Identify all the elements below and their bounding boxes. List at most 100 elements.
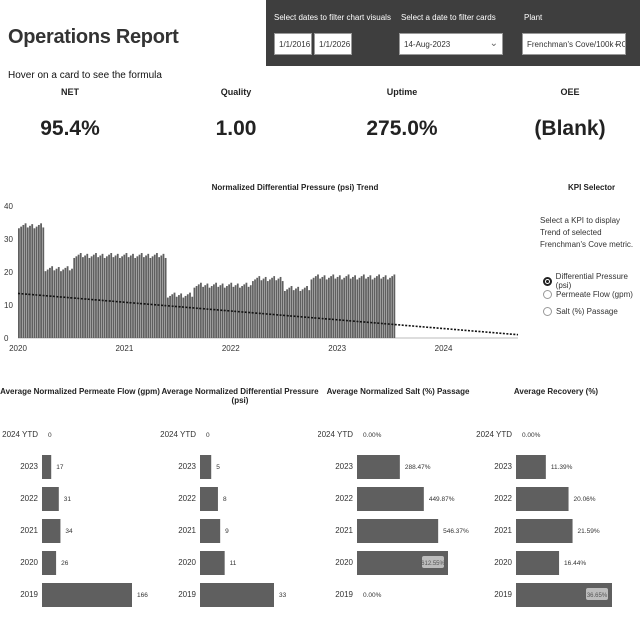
trend-bar[interactable]: [297, 286, 300, 338]
trend-bar[interactable]: [360, 276, 363, 338]
trend-bar[interactable]: [134, 257, 137, 338]
trend-bar[interactable]: [24, 223, 27, 338]
bar[interactable]: [516, 551, 560, 575]
trend-bar[interactable]: [269, 279, 271, 338]
trend-bar[interactable]: [162, 253, 165, 338]
trend-bar[interactable]: [243, 284, 246, 338]
trend-bar[interactable]: [389, 277, 391, 338]
trend-bar[interactable]: [303, 287, 306, 338]
trend-bar[interactable]: [49, 267, 51, 338]
trend-bar[interactable]: [53, 270, 56, 338]
trend-bar[interactable]: [86, 253, 89, 338]
trend-chart[interactable]: 0 10 20 30 40 2020 2021 2022 2023 2024: [0, 196, 530, 360]
trend-bar[interactable]: [71, 268, 73, 338]
trend-bar[interactable]: [215, 282, 217, 338]
trend-bar[interactable]: [26, 227, 29, 338]
trend-bar[interactable]: [371, 279, 374, 338]
trend-bar[interactable]: [75, 256, 78, 338]
trend-bar[interactable]: [332, 274, 335, 338]
trend-bar[interactable]: [156, 253, 158, 338]
differential-pressure-chart[interactable]: 2024 YTD 0 2023 5 2022 8 2021 9 2020 11 2019 33: [160, 420, 320, 620]
trend-bar[interactable]: [260, 280, 263, 338]
trend-bar[interactable]: [310, 279, 313, 338]
trend-bar[interactable]: [166, 297, 169, 338]
trend-bar[interactable]: [286, 289, 288, 338]
trend-bar[interactable]: [325, 279, 328, 338]
trend-bar[interactable]: [208, 287, 211, 338]
trend-bar[interactable]: [301, 289, 304, 338]
trend-bar[interactable]: [236, 283, 239, 338]
trend-bar[interactable]: [147, 253, 150, 338]
trend-bar[interactable]: [186, 294, 189, 338]
trend-bar[interactable]: [97, 257, 100, 338]
radio-selected-icon[interactable]: [543, 276, 552, 286]
date-end-input[interactable]: 1/1/2026: [314, 33, 352, 55]
card-uptime-value[interactable]: 275.0%: [342, 117, 462, 141]
kpi-option-salt-passage[interactable]: Salt (%) Passage: [543, 307, 618, 316]
trend-bar[interactable]: [151, 256, 154, 338]
card-oee-value[interactable]: (Blank): [510, 117, 630, 141]
kpi-option-permeate-flow[interactable]: Permeate Flow (gpm): [543, 290, 633, 299]
trend-bar[interactable]: [262, 278, 265, 338]
trend-bar[interactable]: [149, 257, 152, 338]
trend-bar[interactable]: [103, 257, 106, 338]
trend-bar[interactable]: [145, 255, 147, 339]
trend-bar[interactable]: [352, 276, 354, 338]
trend-bar[interactable]: [171, 294, 174, 338]
trend-bar[interactable]: [95, 253, 97, 338]
trend-bar[interactable]: [153, 254, 156, 338]
trend-bar[interactable]: [195, 286, 198, 338]
trend-bar[interactable]: [391, 276, 394, 338]
trend-bar[interactable]: [336, 276, 339, 338]
trend-bar[interactable]: [101, 253, 104, 338]
trend-bar[interactable]: [105, 256, 108, 338]
trend-bar[interactable]: [164, 257, 167, 338]
trend-bar[interactable]: [108, 254, 110, 338]
trend-bar[interactable]: [306, 286, 308, 338]
trend-bar[interactable]: [358, 277, 361, 338]
trend-bar[interactable]: [290, 286, 293, 338]
trend-bar[interactable]: [266, 281, 269, 338]
trend-bar[interactable]: [354, 275, 356, 338]
bar[interactable]: [42, 487, 59, 511]
trend-bar[interactable]: [182, 297, 185, 338]
trend-bar[interactable]: [345, 276, 348, 338]
trend-bar[interactable]: [125, 253, 128, 338]
trend-bar[interactable]: [367, 276, 370, 338]
trend-bar[interactable]: [160, 255, 163, 339]
bar[interactable]: [516, 455, 546, 479]
bar[interactable]: [357, 519, 439, 543]
trend-bar[interactable]: [197, 284, 200, 338]
trend-bar[interactable]: [277, 278, 280, 338]
trend-bar[interactable]: [193, 287, 196, 338]
trend-bar[interactable]: [378, 274, 380, 338]
bar[interactable]: [516, 487, 569, 511]
trend-bar[interactable]: [173, 292, 176, 338]
trend-bar[interactable]: [330, 276, 332, 338]
permeate-flow-chart[interactable]: 2024 YTD 0 2023 17 2022 31 2021 34 2020 26 2019 166: [0, 420, 160, 620]
trend-bar[interactable]: [64, 267, 67, 338]
radio-unselected-icon[interactable]: [543, 290, 552, 299]
kpi-option-differential-pressure[interactable]: Differential Pressure (psi): [543, 272, 640, 290]
date-start-input[interactable]: 1/1/2016: [274, 33, 312, 55]
trend-bar[interactable]: [116, 253, 119, 338]
bar[interactable]: [42, 455, 52, 479]
trend-bar[interactable]: [226, 286, 228, 338]
plant-dropdown[interactable]: Frenchman's Cove/100k RO ⌄: [522, 33, 626, 55]
trend-bar[interactable]: [127, 257, 130, 338]
trend-bar[interactable]: [31, 224, 34, 338]
trend-bar[interactable]: [206, 283, 209, 338]
trend-bar[interactable]: [29, 225, 31, 338]
trend-bar[interactable]: [299, 290, 302, 338]
bar[interactable]: [42, 583, 132, 607]
bar[interactable]: [516, 519, 573, 543]
trend-bar[interactable]: [22, 224, 25, 338]
trend-bar[interactable]: [82, 257, 84, 338]
trend-bar[interactable]: [288, 287, 291, 338]
trend-bar[interactable]: [376, 276, 378, 338]
trend-bar[interactable]: [365, 278, 367, 338]
trend-bar[interactable]: [175, 296, 178, 338]
trend-bar[interactable]: [18, 228, 20, 338]
trend-bar[interactable]: [84, 255, 86, 339]
trend-bar[interactable]: [338, 275, 341, 338]
